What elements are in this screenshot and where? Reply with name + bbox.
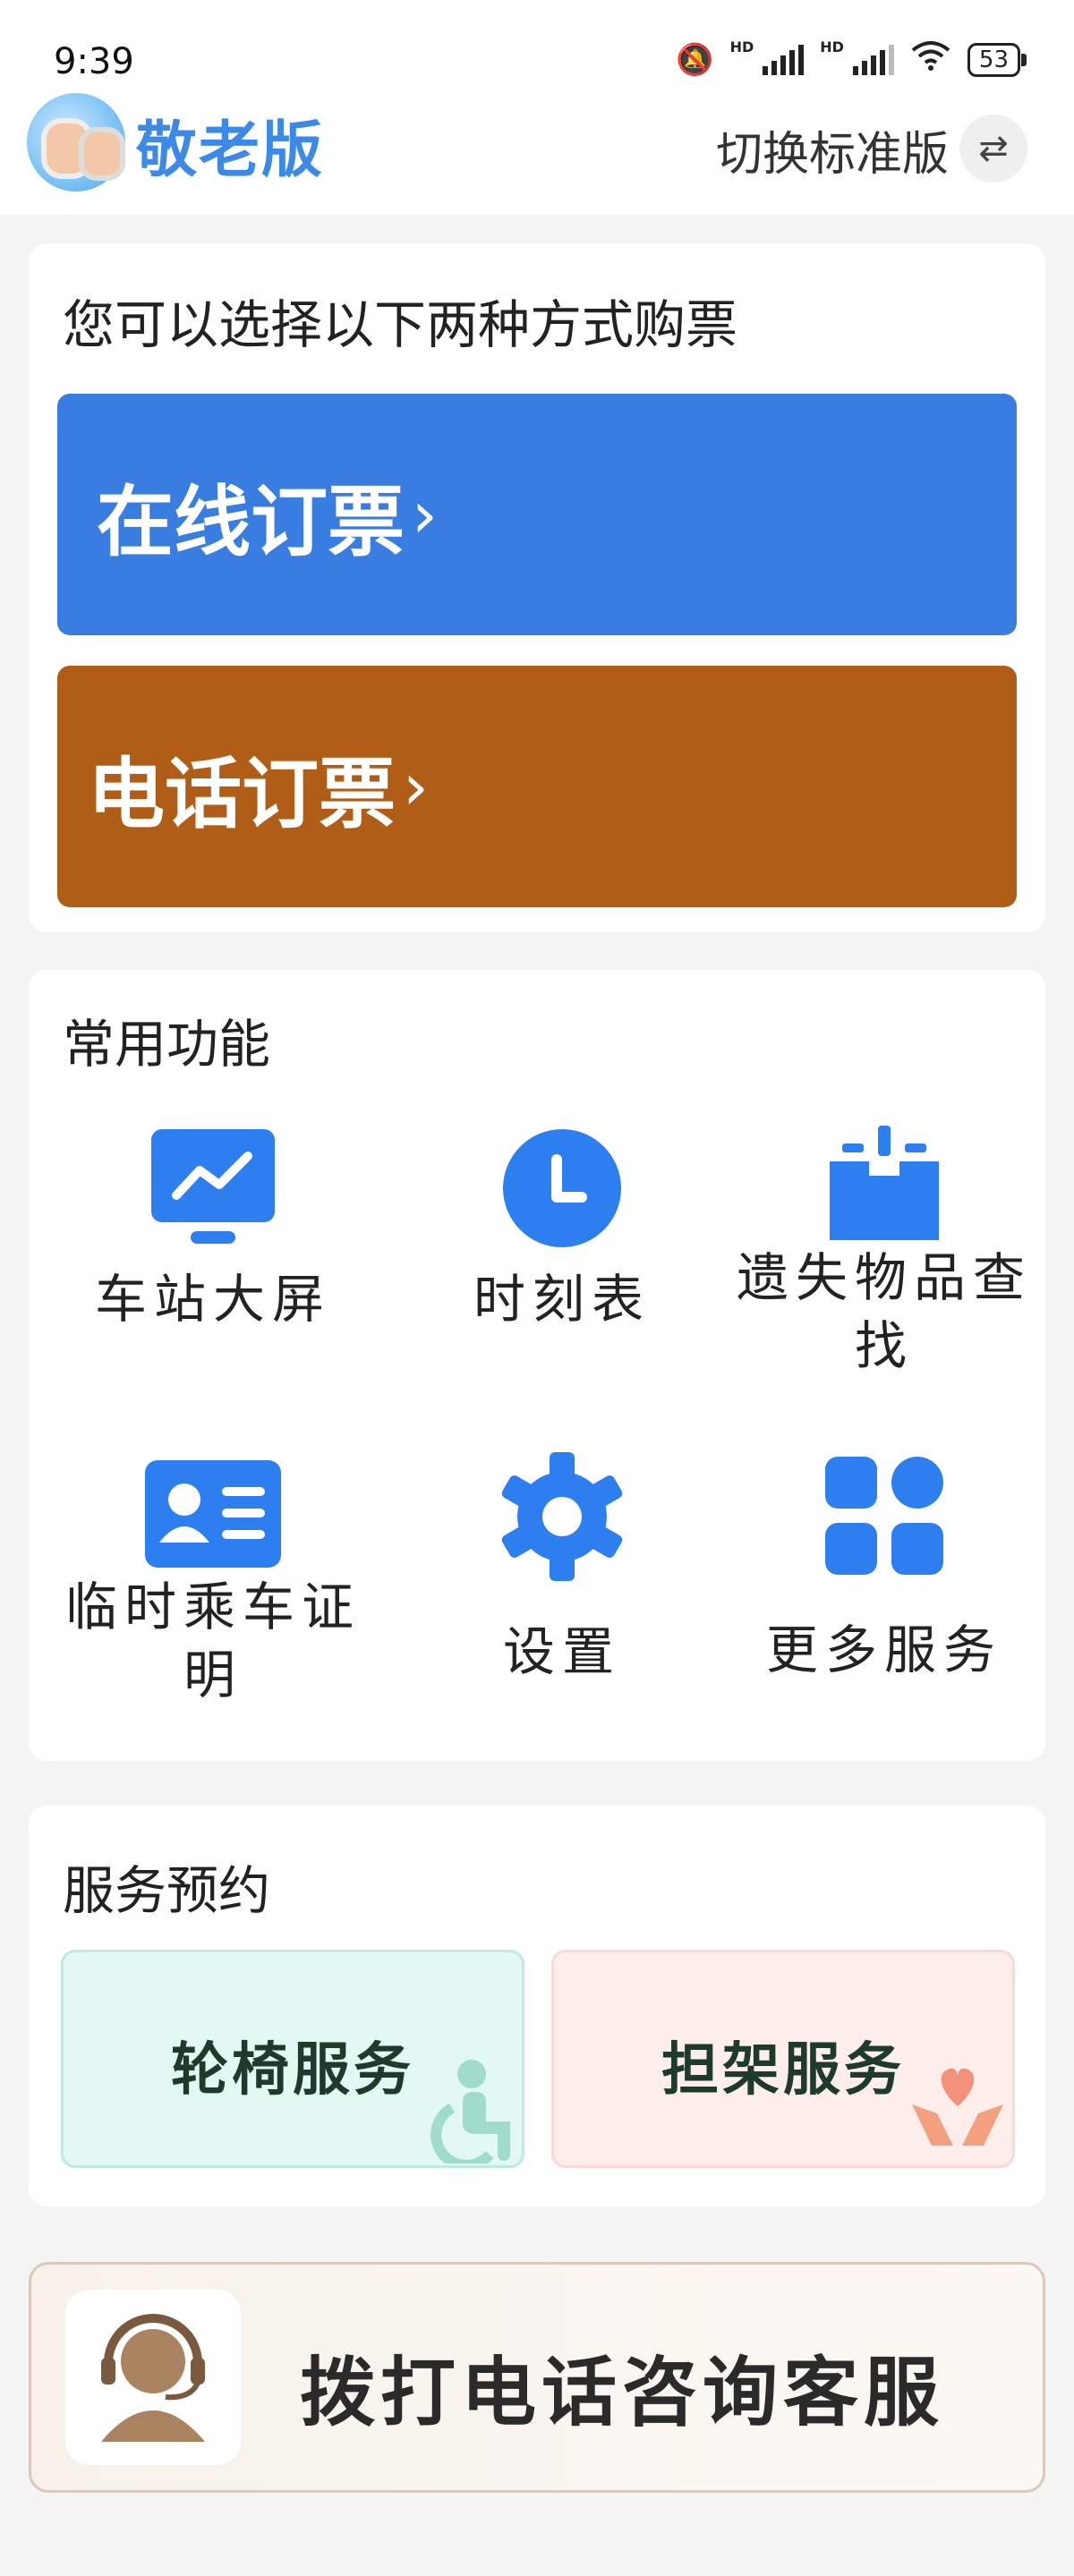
swap-arrows-icon[interactable]: ⇄ bbox=[959, 115, 1027, 183]
switch-standard-link[interactable]: 切换标准版 bbox=[716, 116, 949, 183]
wheelchair-service-button[interactable]: 轮椅服务 bbox=[61, 1950, 524, 2171]
feature-label: 更多服务 bbox=[765, 1620, 1002, 1680]
feature-more-services[interactable]: 更多服务 bbox=[723, 1457, 1045, 1684]
lost-box-icon bbox=[826, 1126, 942, 1240]
services-title: 服务预约 bbox=[63, 1860, 271, 1921]
status-icons: 🔕 HD HD 53 bbox=[676, 38, 1027, 80]
call-service-label: 拨打电话咨询客服 bbox=[300, 2349, 945, 2436]
feature-lost-found[interactable]: 遗失物品查找 bbox=[723, 1126, 1045, 1380]
feature-label: 临时乘车证明 bbox=[64, 1577, 361, 1705]
feature-label: 车站大屏 bbox=[94, 1269, 331, 1330]
feature-timetable[interactable]: 时刻表 bbox=[401, 1126, 723, 1333]
feature-label: 设置 bbox=[502, 1621, 621, 1682]
booking-title: 您可以选择以下两种方式购票 bbox=[63, 294, 738, 355]
battery-icon: 53 bbox=[967, 42, 1027, 77]
online-booking-button[interactable]: 在线订票 › bbox=[57, 394, 1017, 635]
hd-label-2: HD bbox=[820, 38, 844, 55]
feature-temp-certificate[interactable]: 临时乘车证明 bbox=[52, 1460, 374, 1709]
header-bar: 9:39 🔕 HD HD 53 敬老版 切换标准版 ⇄ bbox=[0, 0, 1074, 215]
signal-icon-2 bbox=[852, 44, 894, 75]
call-service-button[interactable]: 拨打电话咨询客服 bbox=[29, 2262, 1045, 2493]
clock-icon bbox=[499, 1126, 625, 1251]
headset-agent-icon bbox=[65, 2290, 241, 2465]
wheelchair-icon bbox=[422, 2056, 520, 2171]
status-time: 9:39 bbox=[54, 41, 134, 82]
features-title: 常用功能 bbox=[63, 1014, 271, 1075]
gear-icon bbox=[497, 1451, 627, 1582]
chevron-right-icon: › bbox=[403, 749, 429, 824]
app-logo bbox=[27, 93, 125, 191]
wifi-icon bbox=[910, 39, 951, 80]
phone-booking-label: 电话订票 bbox=[88, 749, 396, 839]
hd-label: HD bbox=[729, 38, 754, 55]
monitor-chart-icon bbox=[149, 1126, 277, 1251]
signal-icon bbox=[763, 44, 805, 75]
mute-vibrate-icon: 🔕 bbox=[676, 41, 714, 78]
chevron-right-icon: › bbox=[412, 477, 438, 552]
app-title: 敬老版 bbox=[136, 115, 325, 186]
stretcher-service-button[interactable]: 担架服务 bbox=[551, 1950, 1015, 2168]
feature-label: 时刻表 bbox=[473, 1269, 651, 1330]
grid-apps-icon bbox=[825, 1457, 943, 1575]
id-card-icon bbox=[145, 1460, 281, 1568]
feature-label: 遗失物品查找 bbox=[736, 1247, 1032, 1376]
features-card: 常用功能 车站大屏 时刻表 遗失物品查找 临时乘车证明 设置 更多服务 bbox=[29, 970, 1045, 1761]
online-booking-label: 在线订票 bbox=[97, 477, 405, 567]
phone-booking-button[interactable]: 电话订票 › bbox=[57, 666, 1017, 907]
feature-settings[interactable]: 设置 bbox=[401, 1451, 723, 1686]
booking-card: 您可以选择以下两种方式购票 在线订票 › 电话订票 › bbox=[29, 243, 1045, 932]
feature-station-screen[interactable]: 车站大屏 bbox=[52, 1126, 374, 1333]
heart-hands-icon bbox=[905, 2060, 1010, 2164]
